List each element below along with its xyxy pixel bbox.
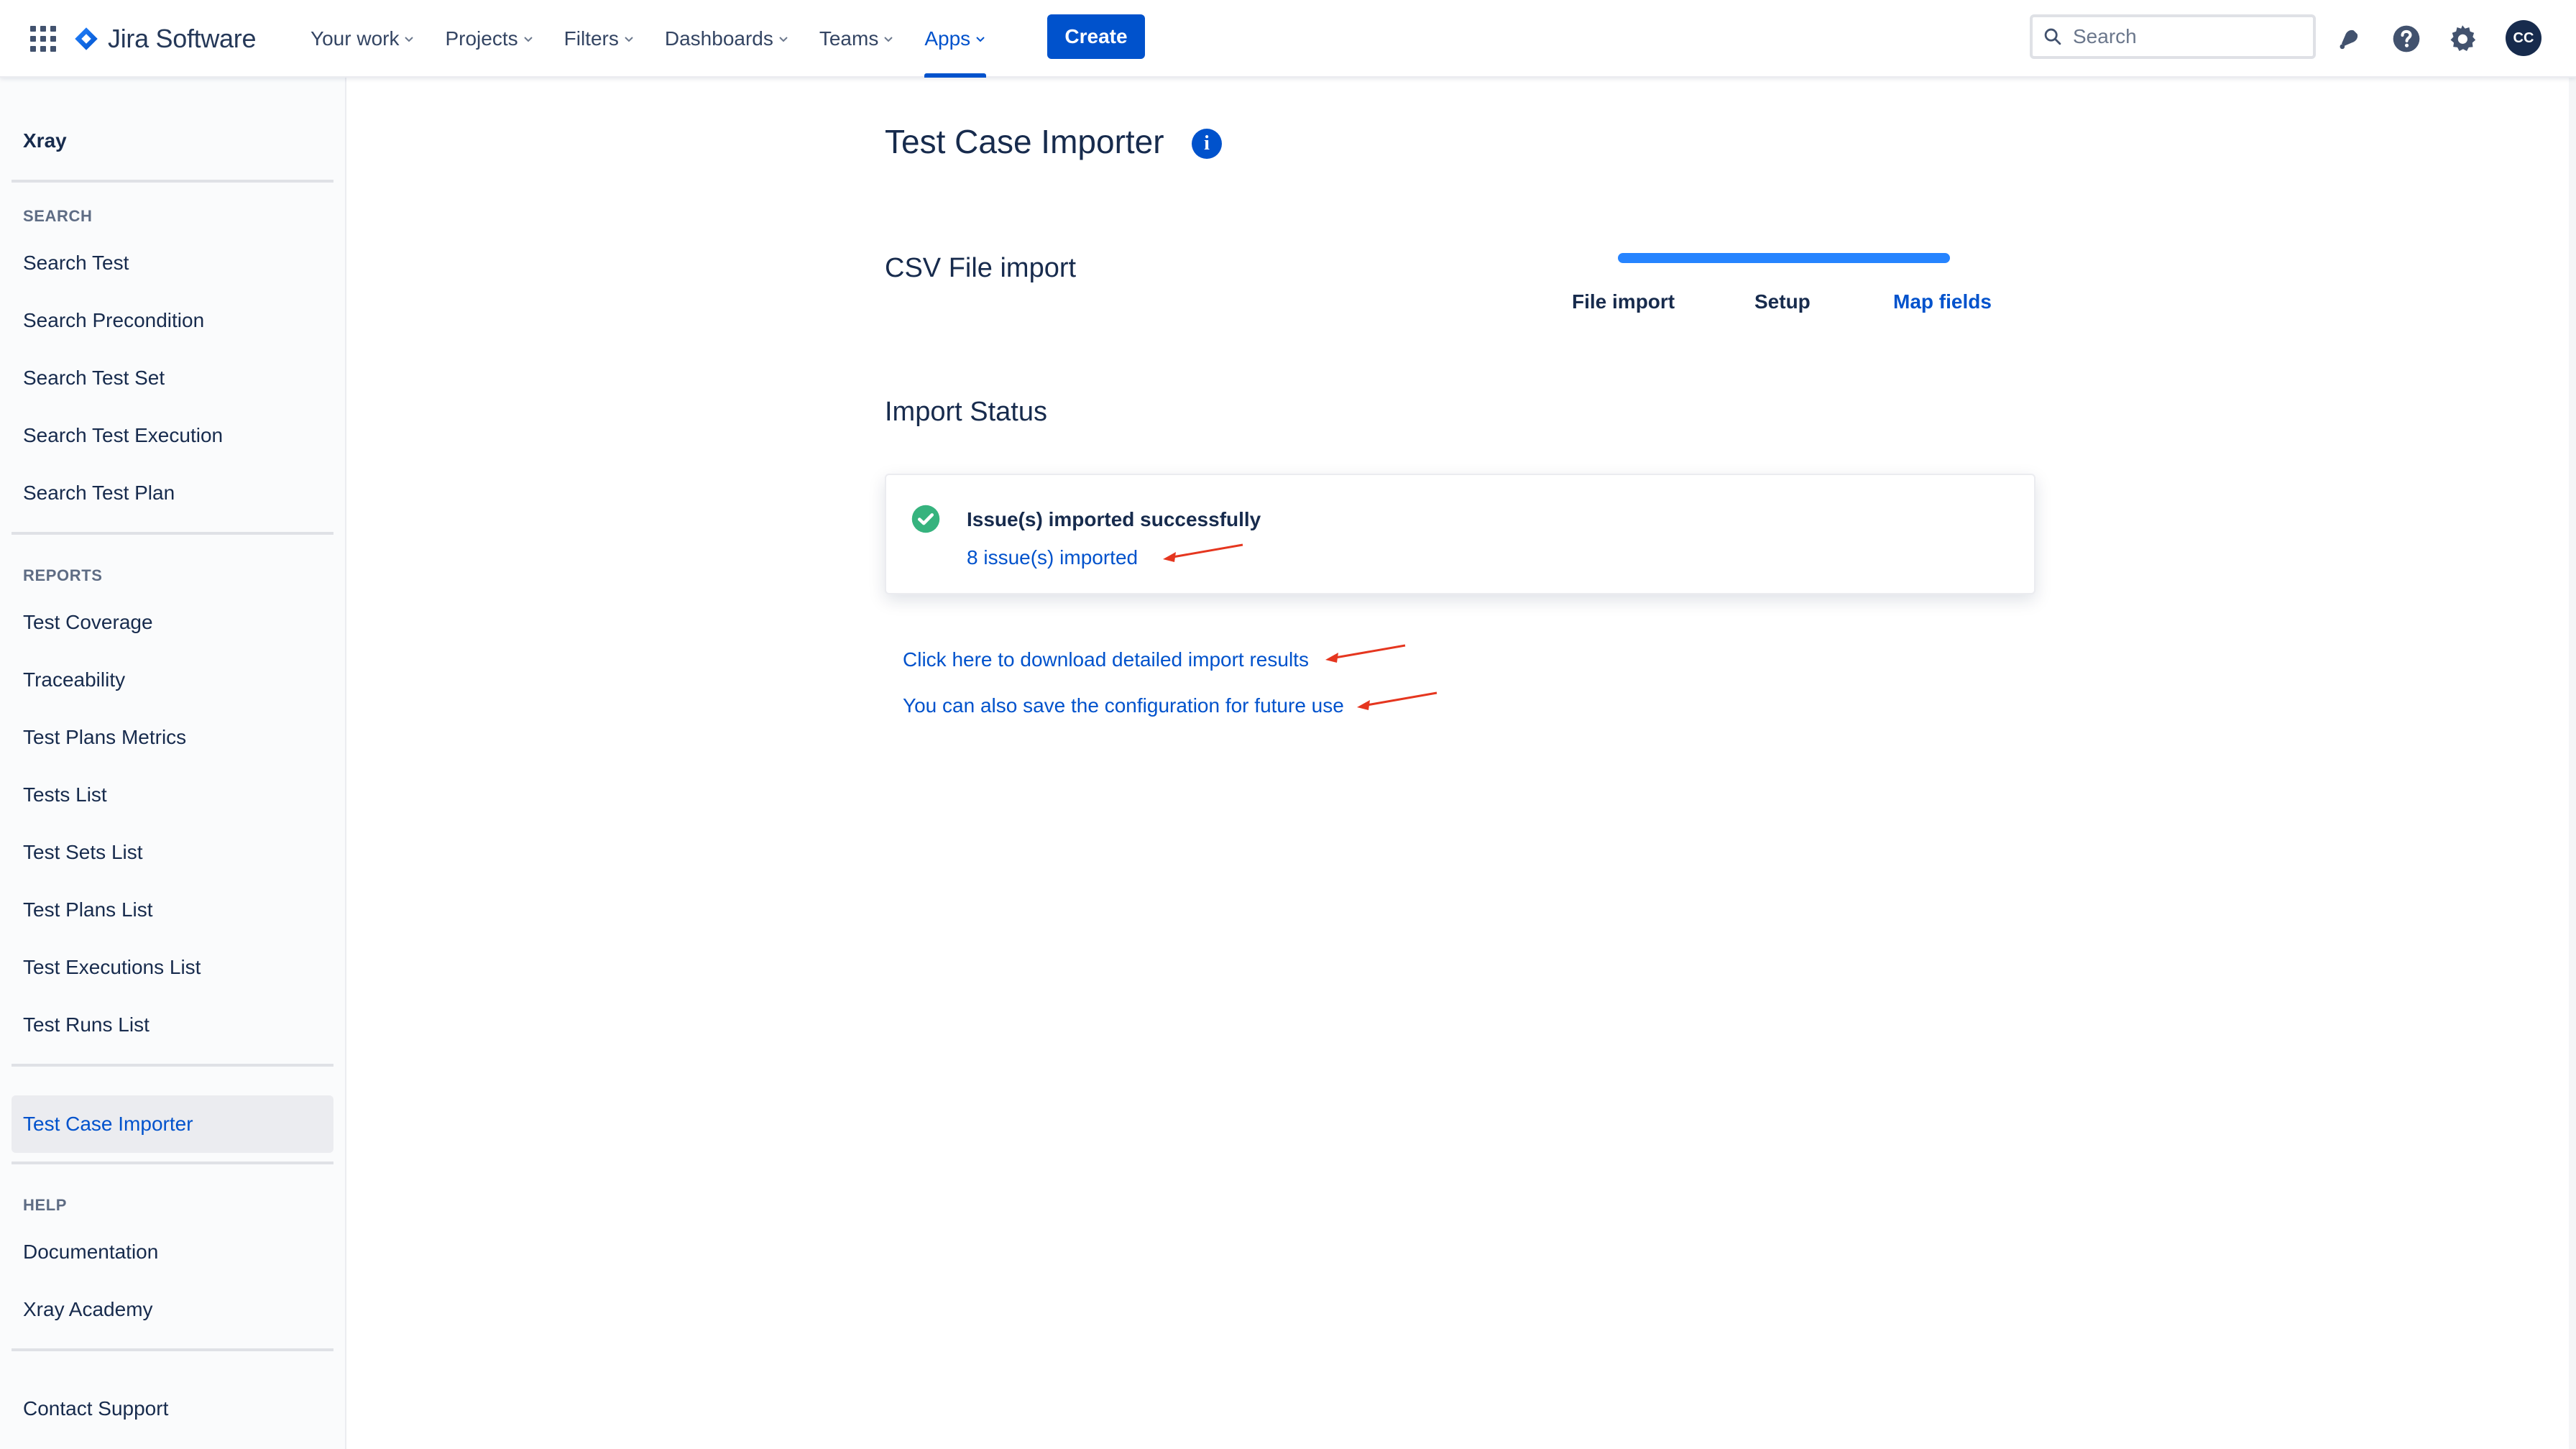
jira-diamond-icon: [75, 27, 98, 50]
nav-label: Teams: [819, 27, 879, 50]
chevron-down-icon: [779, 37, 788, 42]
jira-logo[interactable]: Jira Software: [73, 22, 256, 56]
app-switcher-icon[interactable]: [27, 23, 59, 55]
annotation-arrow-icon: [1325, 644, 1406, 663]
step-file-import: File import: [1572, 290, 1675, 313]
annotation-arrow-icon: [1357, 691, 1438, 710]
divider: [12, 1064, 334, 1067]
nav-apps[interactable]: Apps: [916, 0, 995, 78]
sidebar: Xray SEARCH Search Test Search Precondit…: [0, 78, 346, 1449]
sidebar-item-search-test-plan[interactable]: Search Test Plan: [23, 482, 175, 505]
chevron-down-icon: [523, 37, 533, 42]
divider: [12, 1162, 334, 1164]
divider: [12, 532, 334, 535]
nav-dashboards[interactable]: Dashboards: [656, 0, 798, 78]
sidebar-item-test-coverage[interactable]: Test Coverage: [23, 611, 153, 634]
notifications-icon[interactable]: [2332, 22, 2366, 56]
success-check-icon: [911, 505, 940, 533]
top-navigation: Jira Software Your work Projects Filters…: [0, 0, 2576, 78]
sidebar-item-search-test-set[interactable]: Search Test Set: [23, 367, 165, 390]
sidebar-heading-help: HELP: [23, 1196, 68, 1214]
sidebar-item-test-executions-list[interactable]: Test Executions List: [23, 956, 201, 979]
sidebar-item-test-case-importer[interactable]: Test Case Importer: [12, 1095, 334, 1153]
sidebar-item-contact-support[interactable]: Contact Support: [23, 1397, 168, 1420]
nav-label: Projects: [445, 27, 518, 50]
sidebar-item-xray-academy[interactable]: Xray Academy: [23, 1298, 153, 1321]
sidebar-item-traceability[interactable]: Traceability: [23, 668, 125, 691]
create-button[interactable]: Create: [1047, 14, 1145, 59]
nav-filters[interactable]: Filters: [556, 0, 643, 78]
nav-teams[interactable]: Teams: [811, 0, 903, 78]
search-icon: [2044, 28, 2061, 45]
avatar[interactable]: CC: [2506, 20, 2542, 56]
sidebar-item-test-sets-list[interactable]: Test Sets List: [23, 841, 143, 864]
sidebar-item-test-runs-list[interactable]: Test Runs List: [23, 1013, 150, 1036]
chevron-down-icon: [405, 37, 414, 42]
issues-imported-link[interactable]: 8 issue(s) imported: [967, 546, 1138, 569]
logo-text: Jira Software: [108, 24, 257, 53]
nav-label: Filters: [564, 27, 619, 50]
nav-projects[interactable]: Projects: [436, 0, 542, 78]
sidebar-item-tests-list[interactable]: Tests List: [23, 783, 107, 806]
search-box[interactable]: [2030, 14, 2316, 59]
info-icon[interactable]: i: [1192, 129, 1222, 159]
sidebar-item-search-test-execution[interactable]: Search Test Execution: [23, 424, 223, 447]
sidebar-heading-search: SEARCH: [23, 207, 93, 225]
annotation-arrow-icon: [1163, 543, 1243, 562]
window-edge: [2569, 0, 2576, 1449]
save-configuration-link[interactable]: You can also save the configuration for …: [903, 694, 1344, 717]
chevron-down-icon: [625, 37, 633, 42]
import-status-card: Issue(s) imported successfully 8 issue(s…: [885, 474, 2036, 594]
page-title: Test Case Importer: [885, 123, 1164, 160]
sidebar-heading-reports: REPORTS: [23, 566, 103, 584]
settings-icon[interactable]: [2445, 22, 2480, 56]
sidebar-item-search-precondition[interactable]: Search Precondition: [23, 309, 204, 332]
help-icon[interactable]: [2389, 22, 2424, 56]
chevron-down-icon: [976, 37, 985, 42]
csv-file-import-title: CSV File import: [885, 253, 1077, 283]
nav-label: Your work: [310, 27, 400, 50]
download-results-link[interactable]: Click here to download detailed import r…: [903, 648, 1309, 671]
chevron-down-icon: [884, 37, 893, 42]
sidebar-item-documentation[interactable]: Documentation: [23, 1241, 158, 1264]
primary-nav: Your work Projects Filters Dashboards Te…: [302, 0, 1008, 78]
sidebar-item-search-test[interactable]: Search Test: [23, 252, 129, 275]
nav-label: Apps: [924, 27, 971, 50]
nav-your-work[interactable]: Your work: [302, 0, 423, 78]
sidebar-item-test-plans-list[interactable]: Test Plans List: [23, 898, 153, 921]
import-status-title: Import Status: [885, 397, 1047, 427]
divider: [12, 1348, 334, 1351]
step-map-fields[interactable]: Map fields: [1893, 290, 1992, 313]
divider: [12, 180, 334, 183]
sidebar-title: Xray: [23, 129, 67, 152]
step-setup: Setup: [1754, 290, 1811, 313]
search-input[interactable]: [2073, 25, 2303, 48]
status-heading: Issue(s) imported successfully: [967, 508, 1261, 530]
stepper-progress-bar: [1618, 253, 1950, 263]
sidebar-item-test-plans-metrics[interactable]: Test Plans Metrics: [23, 726, 186, 749]
nav-label: Dashboards: [664, 27, 773, 50]
